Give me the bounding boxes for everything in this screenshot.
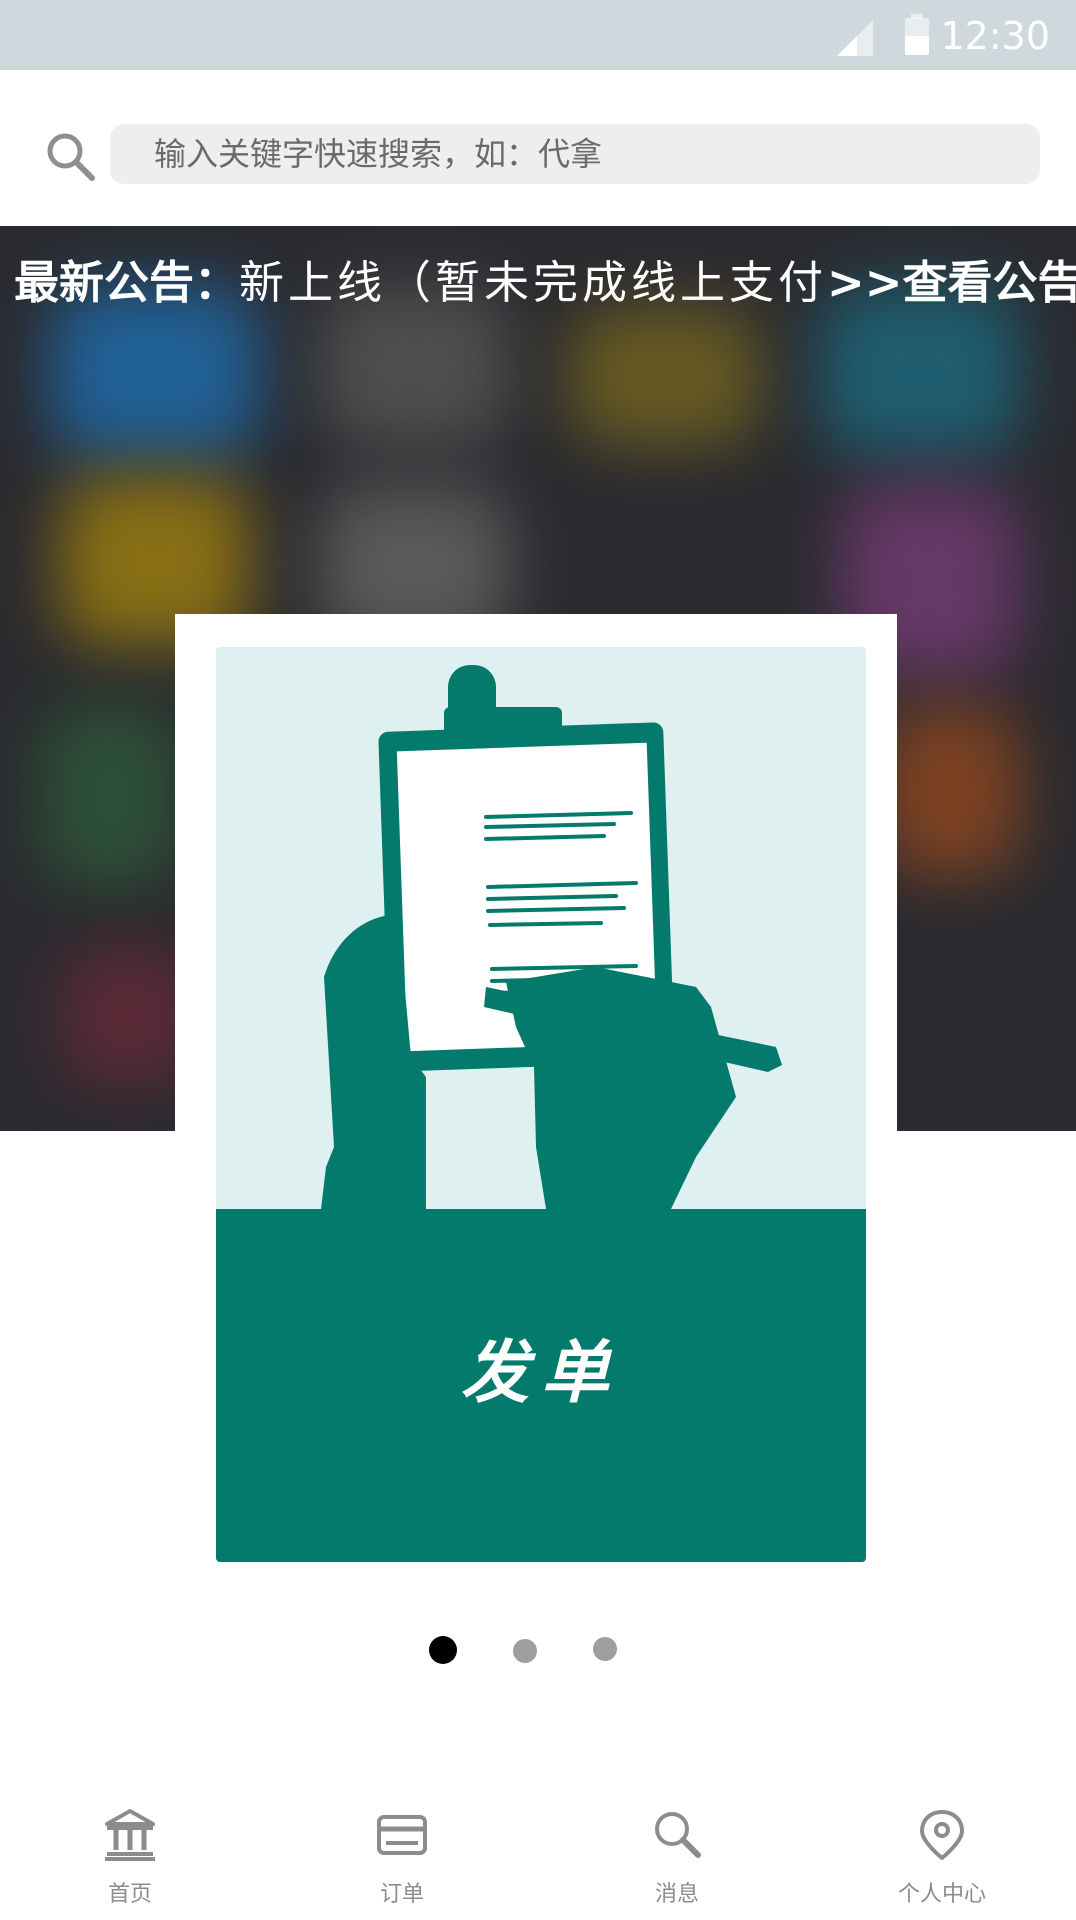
post-order-card[interactable]: 发单 xyxy=(216,647,866,1562)
card-title: 发单 xyxy=(460,1333,621,1413)
tab-messages[interactable]: 消息 xyxy=(602,1786,752,1920)
blurred-app-icon xyxy=(40,706,180,886)
tab-label: 订单 xyxy=(379,1882,424,1907)
tab-orders[interactable]: 订单 xyxy=(327,1786,477,1920)
search-bar xyxy=(0,70,1076,226)
signal-icon xyxy=(837,20,873,56)
carousel-indicator xyxy=(0,1636,1076,1666)
announcement-bar[interactable]: 最新公告：新上线（暂未完成线上支付>>查看公告 xyxy=(0,246,1076,311)
blurred-app-icon xyxy=(820,286,1020,456)
announcement-label: 最新公告： xyxy=(14,256,240,309)
blurred-app-icon xyxy=(50,286,260,456)
search-icon[interactable] xyxy=(44,130,96,182)
tab-home[interactable]: 首页 xyxy=(55,1786,205,1920)
blurred-app-icon xyxy=(570,306,760,446)
status-time: 12:30 xyxy=(940,14,1050,58)
blurred-app-icon xyxy=(880,706,1020,876)
location-pin-icon xyxy=(920,1810,964,1860)
carousel-dot[interactable] xyxy=(513,1639,537,1663)
status-bar: 12:30 xyxy=(0,0,1076,70)
view-announcement-link[interactable]: >>查看公告 xyxy=(827,256,1076,309)
tab-label: 消息 xyxy=(654,1882,699,1907)
tab-label: 首页 xyxy=(107,1882,152,1907)
bank-icon xyxy=(105,1809,155,1861)
search-icon xyxy=(655,1812,701,1858)
carousel-card[interactable]: 发单 xyxy=(175,614,897,1610)
bottom-tab-bar: 首页 订单 消息 个人中心 xyxy=(0,1786,1076,1920)
tab-profile[interactable]: 个人中心 xyxy=(867,1786,1017,1920)
card-icon xyxy=(377,1815,427,1855)
clipboard-illustration xyxy=(216,647,866,1209)
clipboard-hand-icon xyxy=(321,665,782,1209)
carousel-dot-active[interactable] xyxy=(429,1636,457,1664)
card-footer: 发单 xyxy=(216,1209,866,1562)
announcement-text: 新上线（暂未完成线上支付 xyxy=(239,256,828,309)
battery-icon xyxy=(905,14,929,55)
carousel-dot[interactable] xyxy=(593,1637,617,1661)
search-input[interactable] xyxy=(110,124,1040,184)
tab-label: 个人中心 xyxy=(897,1882,986,1907)
